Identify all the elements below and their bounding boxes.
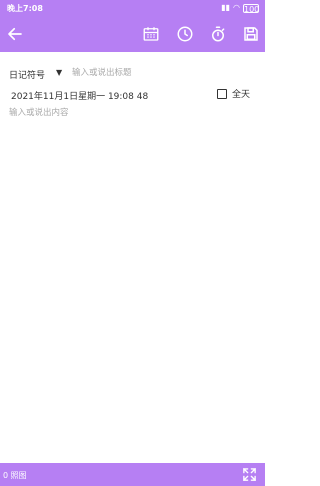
chevron-down-icon[interactable]: ▼ — [56, 68, 62, 77]
calendar-icon[interactable] — [142, 25, 160, 43]
timer-icon[interactable] — [209, 25, 227, 43]
save-icon[interactable] — [242, 25, 260, 43]
status-icons: ▮▮ ◠ 100 — [221, 3, 260, 14]
status-time: 晚上7:08 — [7, 4, 43, 13]
all-day-checkbox[interactable] — [217, 88, 227, 99]
title-input[interactable] — [72, 66, 242, 80]
signal-icon: ▮▮ — [221, 3, 231, 12]
battery-level: 100 — [244, 4, 260, 14]
datetime-text[interactable]: 2021年11月1日星期一 19:08 48 — [11, 89, 148, 102]
status-bar: 晚上7:08 ▮▮ ◠ 100 — [0, 0, 265, 17]
clock-icon[interactable] — [176, 25, 194, 43]
bottom-bar: 0 照图 — [0, 463, 265, 486]
top-toolbar — [0, 17, 265, 52]
diary-symbol-selector[interactable]: 日记符号 — [9, 68, 45, 81]
wifi-icon: ◠ — [233, 3, 240, 12]
back-arrow-icon[interactable] — [6, 25, 24, 43]
all-day-label: 全天 — [232, 90, 251, 100]
content-input[interactable] — [9, 106, 254, 446]
all-day-toggle[interactable]: 全天 — [217, 87, 250, 100]
fullscreen-icon[interactable] — [242, 467, 257, 482]
attachment-count[interactable]: 0 照图 — [3, 470, 27, 481]
battery-icon: 100 — [243, 3, 260, 14]
